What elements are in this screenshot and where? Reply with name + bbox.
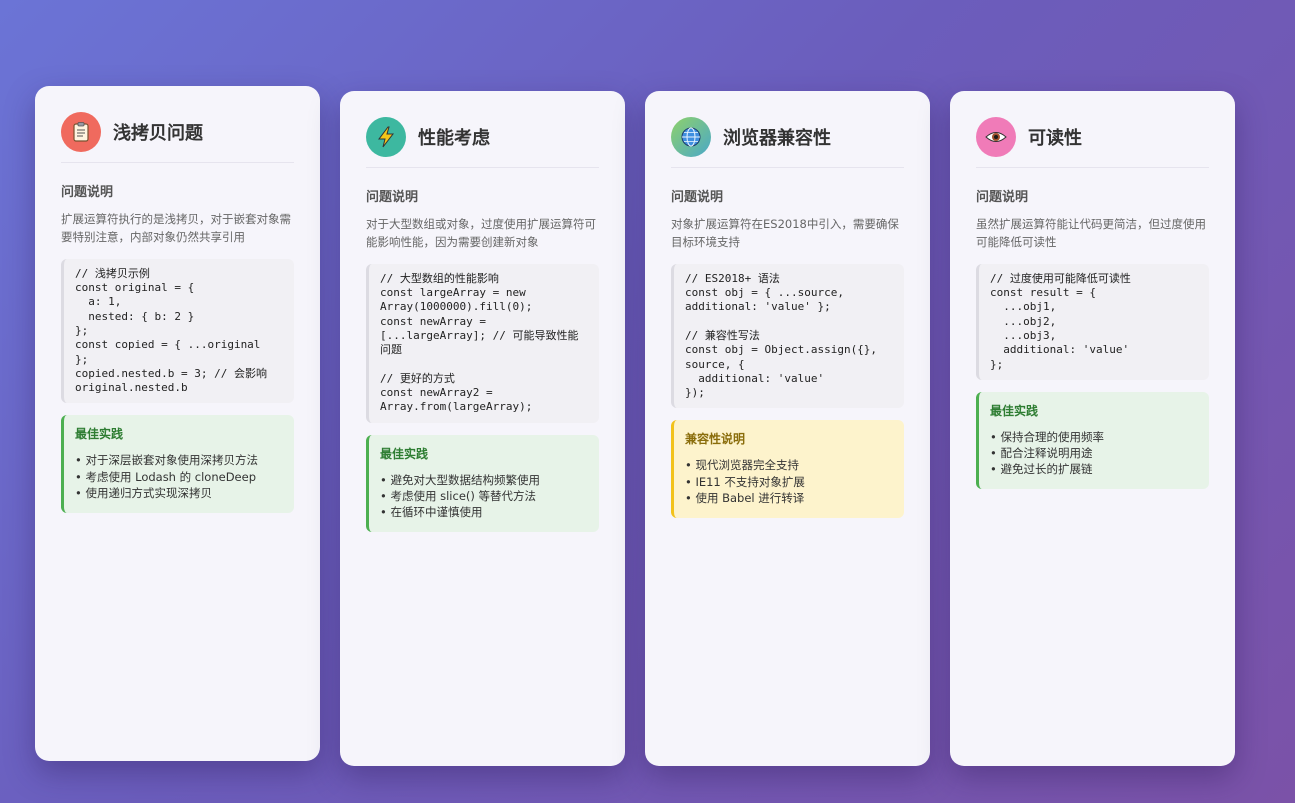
list-item: 对于深层嵌套对象使用深拷贝方法 (75, 452, 282, 468)
eye-icon (976, 117, 1016, 157)
practice-list: 现代浏览器完全支持 IE11 不支持对象扩展 使用 Babel 进行转译 (685, 457, 892, 505)
card-title: 可读性 (1028, 128, 1082, 149)
card-header: 性能考虑 (366, 117, 599, 168)
practice-list: 对于深层嵌套对象使用深拷贝方法 考虑使用 Lodash 的 cloneDeep … (75, 452, 282, 500)
section-title: 问题说明 (976, 190, 1029, 205)
section-description: 对于大型数组或对象，过度使用扩展运算符可能影响性能，因为需要创建新对象 (366, 217, 596, 250)
card-shallow-copy: 浅拷贝问题 问题说明 扩展运算符执行的是浅拷贝，对于嵌套对象需要特别注意，内部对… (35, 86, 320, 761)
compat-note-box: 兼容性说明 现代浏览器完全支持 IE11 不支持对象扩展 使用 Babel 进行… (671, 420, 904, 518)
lightning-icon (366, 117, 406, 157)
card-header: 可读性 (976, 117, 1209, 168)
code-example: // 过度使用可能降低可读性 const result = { ...obj1,… (976, 263, 1209, 380)
section-title: 问题说明 (366, 190, 419, 205)
practice-list: 避免对大型数据结构频繁使用 考虑使用 slice() 等替代方法 在循环中谨慎使… (380, 472, 587, 520)
clipboard-icon (61, 112, 101, 152)
best-practice-box: 最佳实践 避免对大型数据结构频繁使用 考虑使用 slice() 等替代方法 在循… (366, 434, 599, 533)
section-description: 对象扩展运算符在ES2018中引入，需要确保目标环境支持 (671, 217, 899, 250)
list-item: 在循环中谨慎使用 (380, 504, 587, 520)
list-item: 考虑使用 slice() 等替代方法 (380, 488, 587, 504)
list-item: 避免过长的扩展链 (990, 461, 1197, 477)
list-item: 使用递归方式实现深拷贝 (75, 485, 282, 501)
list-item: 现代浏览器完全支持 (685, 457, 892, 473)
code-example: // 大型数组的性能影响 const largeArray = new Arra… (366, 263, 599, 423)
card-readability: 可读性 问题说明 虽然扩展运算符能让代码更简洁，但过度使用可能降低可读性 // … (950, 91, 1235, 766)
card-title: 浅拷贝问题 (113, 123, 203, 144)
practice-title: 最佳实践 (990, 403, 1039, 418)
practice-title: 最佳实践 (380, 446, 429, 461)
practice-title: 最佳实践 (75, 427, 124, 442)
list-item: 配合注释说明用途 (990, 445, 1197, 461)
card-title: 性能考虑 (418, 128, 490, 149)
card-header: 浏览器兼容性 (671, 117, 904, 168)
list-item: 避免对大型数据结构频繁使用 (380, 472, 587, 488)
card-browser-compat: 浏览器兼容性 问题说明 对象扩展运算符在ES2018中引入，需要确保目标环境支持… (645, 91, 930, 766)
list-item: 使用 Babel 进行转译 (685, 490, 892, 506)
list-item: 考虑使用 Lodash 的 cloneDeep (75, 469, 282, 485)
section-description: 扩展运算符执行的是浅拷贝，对于嵌套对象需要特别注意，内部对象仍然共享引用 (61, 212, 291, 245)
section-description: 虽然扩展运算符能让代码更简洁，但过度使用可能降低可读性 (976, 217, 1206, 250)
list-item: IE11 不支持对象扩展 (685, 474, 892, 490)
practice-list: 保持合理的使用频率 配合注释说明用途 避免过长的扩展链 (990, 429, 1197, 477)
section-title: 问题说明 (671, 190, 724, 205)
best-practice-box: 最佳实践 对于深层嵌套对象使用深拷贝方法 考虑使用 Lodash 的 clone… (61, 415, 294, 513)
best-practice-box: 最佳实践 保持合理的使用频率 配合注释说明用途 避免过长的扩展链 (976, 391, 1209, 490)
card-header: 浅拷贝问题 (61, 112, 294, 163)
card-performance: 性能考虑 问题说明 对于大型数组或对象，过度使用扩展运算符可能影响性能，因为需要… (340, 91, 625, 766)
code-example: // 浅拷贝示例 const original = { a: 1, nested… (61, 258, 294, 404)
globe-icon (671, 117, 711, 157)
practice-title: 兼容性说明 (685, 432, 746, 447)
code-example: // ES2018+ 语法 const obj = { ...source, a… (671, 263, 904, 409)
list-item: 保持合理的使用频率 (990, 429, 1197, 445)
card-title: 浏览器兼容性 (723, 128, 831, 149)
section-title: 问题说明 (61, 185, 114, 200)
